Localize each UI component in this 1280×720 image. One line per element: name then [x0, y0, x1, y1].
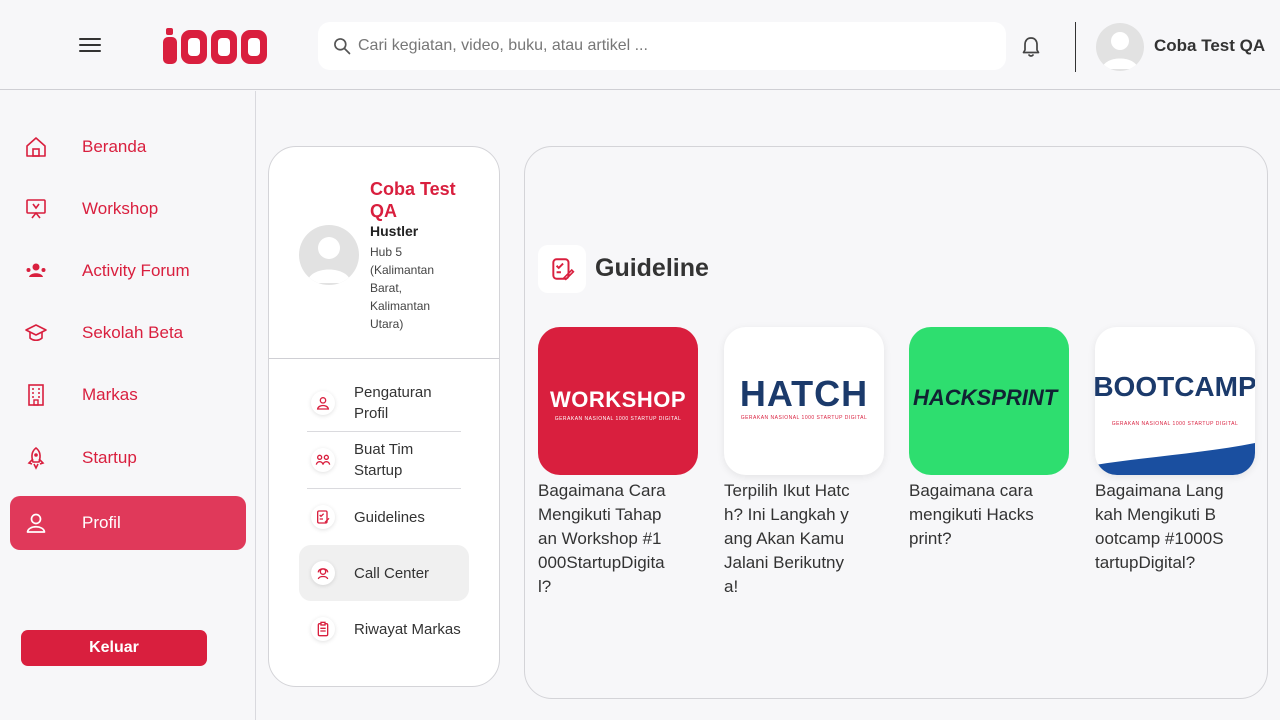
building-icon — [28, 384, 44, 406]
headset-icon — [311, 561, 335, 585]
presentation-icon — [26, 199, 46, 219]
search-bar[interactable] — [318, 22, 1006, 70]
sidebar-item-label: Beranda — [82, 137, 147, 156]
avatar[interactable] — [1096, 23, 1144, 71]
team-icon — [311, 448, 335, 472]
sidebar-item-beranda[interactable]: Beranda — [10, 120, 246, 174]
menu-item-label: Buat Tim Startup — [354, 441, 414, 479]
profile-divider — [269, 358, 499, 359]
sidebar-item-label: Sekolah Beta — [82, 323, 184, 342]
guideline-panel: Guideline WORKSHOP GERAKAN NASIONAL 1000… — [524, 146, 1268, 699]
thumbnail-brand: BOOTCAMP — [1095, 371, 1255, 402]
menu-item-pengaturan-profil[interactable]: Pengaturan Profil — [299, 375, 469, 431]
sidebar-item-startup[interactable]: Startup — [10, 431, 246, 485]
search-icon — [334, 38, 351, 55]
profile-card: Coba Test QA Hustler Hub 5 (Kalimantan B… — [268, 146, 500, 687]
sidebar-item-label: Activity Forum — [82, 261, 190, 280]
guideline-card-bootcamp[interactable]: BOOTCAMP GERAKAN NASIONAL 1000 STARTUP D… — [1095, 327, 1255, 619]
1000-logo[interactable] — [163, 28, 269, 64]
hacksprint-thumbnail: HACKSPRINT — [909, 327, 1069, 475]
user-placeholder-icon — [307, 237, 351, 283]
profile-name: Coba Test QA — [370, 179, 456, 221]
guideline-card-caption: Bagaimana cara mengikuti Hacksprint? — [909, 481, 1034, 548]
guideline-card-hatch[interactable]: HATCH GERAKAN NASIONAL 1000 STARTUP DIGI… — [724, 327, 884, 619]
sidebar-item-label: Startup — [82, 448, 137, 467]
profile-hub: Hub 5 (Kalimantan Barat, Kalimantan Utar… — [370, 245, 435, 331]
menu-item-riwayat-markas[interactable]: Riwayat Markas — [299, 601, 469, 657]
guideline-card-workshop[interactable]: WORKSHOP GERAKAN NASIONAL 1000 STARTUP D… — [538, 327, 698, 619]
sidebar-item-sekolah-beta[interactable]: Sekolah Beta — [10, 306, 246, 360]
top-bar: Coba Test QA — [0, 0, 1280, 90]
hatch-thumbnail: HATCH GERAKAN NASIONAL 1000 STARTUP DIGI… — [724, 327, 884, 475]
clipboard-icon — [311, 617, 335, 641]
guideline-card-caption: Bagaimana Cara Mengikuti Tahapan Worksho… — [538, 481, 666, 596]
menu-item-label: Pengaturan Profil — [354, 384, 432, 422]
search-input[interactable] — [358, 22, 988, 70]
group-icon — [26, 263, 46, 277]
header-divider — [1075, 22, 1076, 72]
home-icon — [26, 137, 46, 157]
sidebar-item-activity-forum[interactable]: Activity Forum — [10, 244, 246, 298]
hamburger-menu-icon[interactable] — [79, 38, 101, 54]
sidebar: Beranda Workshop Activity Forum Sekolah … — [0, 91, 256, 720]
thumbnail-brand: HACKSPRINT — [913, 385, 1058, 410]
menu-item-call-center[interactable]: Call Center — [299, 545, 469, 601]
thumbnail-subtitle: GERAKAN NASIONAL 1000 STARTUP DIGITAL — [740, 415, 868, 421]
guideline-title: Guideline — [595, 254, 709, 282]
guideline-card-caption: Bagaimana Langkah Mengikuti Bootcamp #10… — [1095, 481, 1224, 572]
menu-item-guidelines[interactable]: Guidelines — [299, 489, 469, 545]
menu-item-label: Call Center — [354, 564, 430, 582]
sidebar-item-label: Markas — [82, 385, 138, 404]
guideline-card-hacksprint[interactable]: HACKSPRINT Bagaimana cara mengikuti Hack… — [909, 327, 1069, 619]
rocket-icon — [27, 446, 45, 470]
menu-item-label: Riwayat Markas — [354, 620, 461, 638]
checklist-icon — [552, 258, 575, 281]
guideline-card-caption: Terpilih Ikut Hatch? Ini Langkah yang Ak… — [724, 481, 850, 596]
graduation-cap-icon — [25, 324, 47, 342]
user-icon — [26, 513, 46, 533]
thumbnail-subtitle: GERAKAN NASIONAL 1000 STARTUP DIGITAL — [554, 416, 682, 422]
menu-item-label: Guidelines — [354, 508, 425, 526]
checklist-icon — [311, 505, 335, 529]
logout-button[interactable]: Keluar — [21, 630, 207, 666]
wave-decoration — [1095, 443, 1255, 475]
sidebar-item-markas[interactable]: Markas — [10, 368, 246, 422]
bootcamp-thumbnail: BOOTCAMP GERAKAN NASIONAL 1000 STARTUP D… — [1095, 327, 1255, 475]
user-placeholder-icon — [1102, 32, 1138, 69]
sidebar-item-profil[interactable]: Profil — [10, 496, 246, 550]
header-username[interactable]: Coba Test QA — [1154, 36, 1265, 56]
menu-item-buat-tim-startup[interactable]: Buat Tim Startup — [299, 432, 469, 488]
sidebar-item-label: Workshop — [82, 199, 159, 218]
sidebar-item-workshop[interactable]: Workshop — [10, 182, 246, 236]
workshop-thumbnail: WORKSHOP GERAKAN NASIONAL 1000 STARTUP D… — [538, 327, 698, 475]
thumbnail-subtitle: GERAKAN NASIONAL 1000 STARTUP DIGITAL — [1111, 421, 1239, 427]
thumbnail-brand: WORKSHOP — [550, 387, 686, 412]
profile-role: Hustler — [370, 223, 419, 239]
guideline-icon-box — [538, 245, 586, 293]
sidebar-item-label: Profil — [82, 513, 121, 532]
user-icon — [311, 391, 335, 415]
profile-avatar[interactable] — [299, 225, 359, 285]
thumbnail-brand: HATCH — [739, 373, 869, 414]
notification-bell-icon[interactable] — [1019, 35, 1043, 59]
